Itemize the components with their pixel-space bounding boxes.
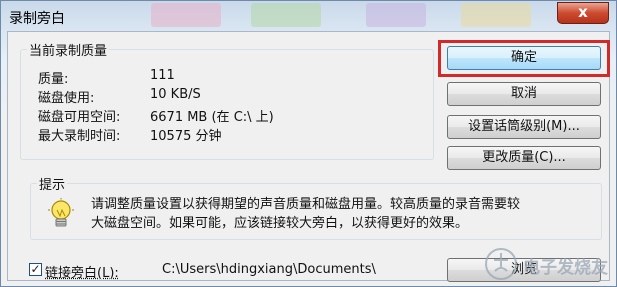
disk-free-label: 磁盘可用空间: xyxy=(38,110,121,125)
watermark-logo-icon xyxy=(485,248,517,280)
tip-text-line-2: 大磁盘空间。如果可能，应该链接较大旁白，以获得更好的效果。 xyxy=(91,216,469,231)
quality-label: 质量: xyxy=(38,72,69,87)
window-title: 录制旁白 xyxy=(9,11,65,27)
ok-button[interactable]: 确定 xyxy=(447,46,601,70)
current-quality-legend: 当前录制质量 xyxy=(29,44,108,59)
checkmark-icon: ✓ xyxy=(30,262,41,276)
close-button[interactable]: x xyxy=(557,2,609,24)
disk-usage-label: 磁盘使用: xyxy=(38,91,95,106)
tip-text-line-1: 请调整质量设置以获得期望的声音质量和磁盘用量。较高质量的录音需要较 xyxy=(91,197,521,212)
lightbulb-icon xyxy=(48,198,74,227)
link-narration-checkbox[interactable]: ✓ xyxy=(29,263,42,276)
watermark: 电子发烧友 xyxy=(483,246,613,282)
narration-path-value: C:\Users\hdingxiang\Documents\ xyxy=(162,262,376,277)
quality-value: 111 xyxy=(150,68,175,83)
title-bar: 录制旁白 x xyxy=(1,1,616,31)
narration-path-field[interactable]: C:\Users\hdingxiang\Documents\ xyxy=(152,259,442,279)
set-mic-level-button[interactable]: 设置话筒级别(M)... xyxy=(447,115,601,139)
max-time-value: 10575 分钟 xyxy=(150,129,222,144)
disk-free-value: 6671 MB (在 C:\ 上) xyxy=(150,110,274,125)
cancel-button[interactable]: 取消 xyxy=(447,82,601,106)
titlebar-decoration xyxy=(151,3,221,27)
tip-legend: 提示 xyxy=(39,178,66,193)
titlebar-decoration xyxy=(461,3,531,27)
close-icon: x xyxy=(578,3,588,21)
disk-usage-value: 10 KB/S xyxy=(150,87,201,102)
link-narration-label[interactable]: 链接旁白(L): xyxy=(45,262,119,281)
titlebar-decoration xyxy=(366,3,426,27)
change-quality-button[interactable]: 更改质量(C)... xyxy=(447,146,601,170)
max-time-label: 最大录制时间: xyxy=(38,129,121,144)
titlebar-decoration xyxy=(251,3,321,27)
watermark-text: 电子发烧友 xyxy=(523,258,608,278)
